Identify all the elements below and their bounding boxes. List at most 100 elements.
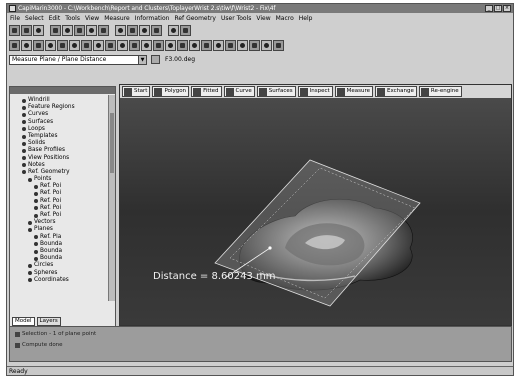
snapshot-icon[interactable] [273, 40, 284, 51]
zoom-icon[interactable] [9, 40, 20, 51]
help-icon[interactable] [180, 25, 191, 36]
tree-item[interactable]: Loops [14, 126, 109, 133]
side-view-icon[interactable] [81, 40, 92, 51]
layer-icon[interactable] [261, 40, 272, 51]
tab-surfaces[interactable]: Surfaces [256, 86, 296, 97]
tree-item[interactable]: Planes [14, 226, 109, 233]
tab-exchange[interactable]: Exchange [375, 86, 417, 97]
save-icon[interactable] [33, 25, 44, 36]
tree-item[interactable]: Ref. Poi [14, 183, 109, 190]
scrollbar-thumb[interactable] [110, 113, 114, 173]
front-view-icon[interactable] [57, 40, 68, 51]
wireframe-icon[interactable] [117, 40, 128, 51]
tab-start[interactable]: Start [122, 86, 151, 97]
tree-item[interactable]: Vectors [14, 219, 109, 226]
tree-scrollbar[interactable] [108, 95, 115, 301]
undo-icon[interactable] [115, 25, 126, 36]
top-view-icon[interactable] [69, 40, 80, 51]
tree-item[interactable]: Templates [14, 133, 109, 140]
tree-item[interactable]: Notes [14, 162, 109, 169]
tree-item-label: Bounda [40, 255, 63, 262]
clip-icon[interactable] [165, 40, 176, 51]
maximize-button[interactable]: □ [494, 5, 502, 12]
copy-icon[interactable] [62, 25, 73, 36]
tree-item[interactable]: Feature Regions [14, 104, 109, 111]
measure-settings-icon[interactable] [151, 55, 160, 64]
menu-help[interactable]: Help [299, 15, 313, 22]
zoom-out-icon[interactable] [33, 40, 44, 51]
hide-icon[interactable] [201, 40, 212, 51]
tree-item[interactable]: Surfaces [14, 119, 109, 126]
tab-curve[interactable]: Curve [223, 86, 255, 97]
tree-item[interactable]: Ref. Poi [14, 190, 109, 197]
deselect-icon[interactable] [189, 40, 200, 51]
tab-measure[interactable]: Measure [334, 86, 374, 97]
menu-view[interactable]: View [85, 15, 99, 22]
menu-file[interactable]: File [10, 15, 20, 22]
pan-icon[interactable] [151, 25, 162, 36]
menu-ref-geometry[interactable]: Ref Geometry [174, 15, 216, 22]
close-button[interactable]: × [503, 5, 511, 12]
select-all-icon[interactable] [177, 40, 188, 51]
tree-item[interactable]: Curves [14, 111, 109, 118]
tree-item[interactable]: Windrill [14, 97, 109, 104]
tab-model[interactable]: Model [12, 317, 35, 326]
light-icon[interactable] [141, 40, 152, 51]
tree-item[interactable]: Ref. Poi [14, 198, 109, 205]
tree-item[interactable]: Solids [14, 140, 109, 147]
panel-header [10, 87, 115, 94]
rotate-icon[interactable] [139, 25, 150, 36]
tree-item[interactable]: Ref. Poi [14, 212, 109, 219]
menu-tools[interactable]: Tools [65, 15, 80, 22]
menu-measure[interactable]: Measure [104, 15, 130, 22]
main-toolbar [9, 24, 191, 37]
minimize-button[interactable]: _ [485, 5, 493, 12]
tab-polygon[interactable]: Polygon [152, 86, 190, 97]
measure-mode-dropdown[interactable]: Measure Plane / Plane Distance ▼ [9, 55, 147, 65]
cut-icon[interactable] [50, 25, 61, 36]
tree-item[interactable]: Ref. Pla [14, 234, 109, 241]
tree-item[interactable]: Coordinates [14, 277, 109, 284]
new-file-icon[interactable] [9, 25, 20, 36]
tab-re-engine[interactable]: Re-engine [418, 86, 462, 97]
show-icon[interactable] [213, 40, 224, 51]
3d-scene[interactable] [120, 98, 511, 325]
menu-view-2[interactable]: View [256, 15, 270, 22]
print-icon[interactable] [86, 25, 97, 36]
tab-layers[interactable]: Layers [36, 317, 61, 326]
tree-item[interactable]: Base Profiles [14, 147, 109, 154]
section-icon[interactable] [153, 40, 164, 51]
shaded-icon[interactable] [105, 40, 116, 51]
3d-viewport[interactable]: Start Polygon Fitted Curve Surfaces Insp… [119, 84, 512, 326]
menu-macro[interactable]: Macro [276, 15, 294, 22]
menu-select[interactable]: Select [25, 15, 44, 22]
panel-tabs: Model Layers [10, 317, 115, 326]
chevron-down-icon[interactable]: ▼ [138, 56, 146, 64]
tree-item[interactable]: Bounda [14, 241, 109, 248]
tree-item[interactable]: Ref. Geometry [14, 169, 109, 176]
paste-icon[interactable] [74, 25, 85, 36]
iso-view-icon[interactable] [93, 40, 104, 51]
color-icon[interactable] [249, 40, 260, 51]
measure-icon[interactable] [225, 40, 236, 51]
ruler-icon[interactable] [237, 40, 248, 51]
tab-inspect[interactable]: Inspect [297, 86, 333, 97]
tree-item[interactable]: Bounda [14, 248, 109, 255]
tree-item[interactable]: Bounda [14, 255, 109, 262]
tree-item[interactable]: View Positions [14, 155, 109, 162]
pointer-icon[interactable] [168, 25, 179, 36]
tree-item[interactable]: Points [14, 176, 109, 183]
tree-item[interactable]: Ref. Poi [14, 205, 109, 212]
points-icon[interactable] [129, 40, 140, 51]
properties-icon[interactable] [98, 25, 109, 36]
tree-item[interactable]: Circles [14, 262, 109, 269]
menu-user-tools[interactable]: User Tools [221, 15, 251, 22]
tab-fitted[interactable]: Fitted [191, 86, 222, 97]
open-file-icon[interactable] [21, 25, 32, 36]
fit-view-icon[interactable] [45, 40, 56, 51]
tree-item[interactable]: Spheres [14, 270, 109, 277]
menu-edit[interactable]: Edit [49, 15, 61, 22]
redo-icon[interactable] [127, 25, 138, 36]
zoom-in-icon[interactable] [21, 40, 32, 51]
menu-information[interactable]: Information [135, 15, 170, 22]
